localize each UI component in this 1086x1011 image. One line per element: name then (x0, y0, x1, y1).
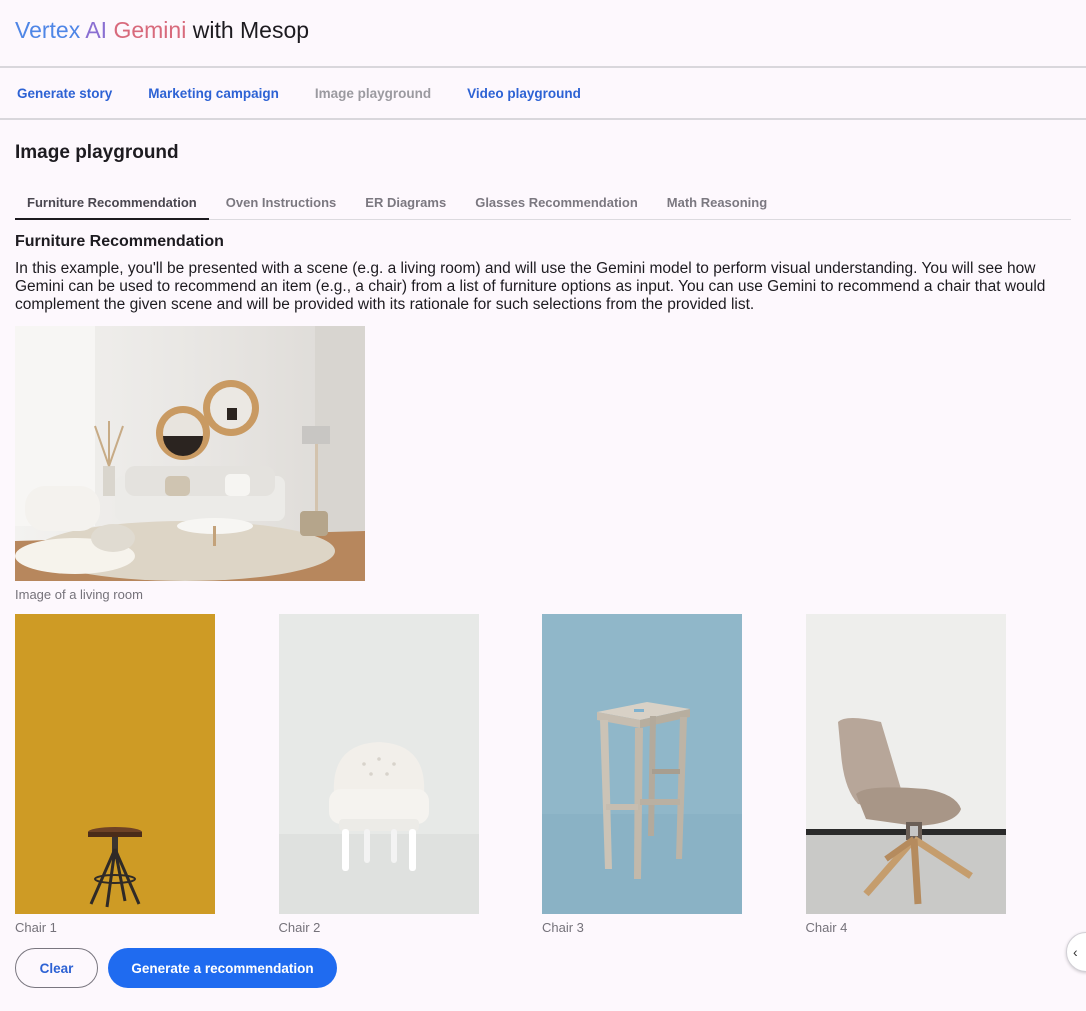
app-title: Vertex AI Gemini with Mesop (15, 17, 1071, 44)
living-room-illustration (15, 326, 365, 581)
chair-card-2[interactable]: Chair 2 (278, 614, 479, 935)
scene-caption: Image of a living room (15, 587, 143, 602)
nav-video-playground[interactable]: Video playground (467, 86, 581, 101)
chair-1-caption: Chair 1 (15, 920, 57, 935)
chair-2-caption: Chair 2 (278, 920, 321, 935)
swivel-chair-illustration (805, 614, 1006, 914)
tab-er-diagrams[interactable]: ER Diagrams (353, 195, 458, 219)
title-vertex: Vertex (15, 17, 81, 43)
chair-2-image (278, 614, 479, 914)
living-room-image (15, 326, 365, 581)
chair-4-image (805, 614, 1006, 914)
tab-math-reasoning[interactable]: Math Reasoning (655, 195, 779, 219)
title-ai: AI (85, 17, 108, 43)
chevron-left-icon: ‹ (1073, 944, 1078, 960)
armchair-illustration (278, 614, 479, 914)
title-rest: with Mesop (192, 17, 310, 43)
chair-grid: Chair 1 Chair 2 Chair 3 Chair 4 (15, 614, 1071, 935)
tab-oven-instructions[interactable]: Oven Instructions (214, 195, 349, 219)
nav-image-playground[interactable]: Image playground (315, 86, 431, 101)
section-title: Furniture Recommendation (15, 233, 224, 250)
clear-button[interactable]: Clear (15, 948, 98, 988)
chair-1-image (15, 614, 215, 914)
app-header: Vertex AI Gemini with Mesop (0, 0, 1086, 68)
scene-block: Image of a living room (15, 326, 1071, 602)
chair-4-caption: Chair 4 (805, 920, 848, 935)
main-content: Image playground Furniture Recommendatio… (0, 142, 1086, 988)
chair-card-1[interactable]: Chair 1 (15, 614, 215, 935)
chair-3-caption: Chair 3 (542, 920, 584, 935)
nav-generate-story[interactable]: Generate story (17, 86, 112, 101)
action-bar: Clear Generate a recommendation (15, 948, 1071, 988)
bar-stool-illustration (15, 614, 215, 914)
chair-card-3[interactable]: Chair 3 (542, 614, 742, 935)
chair-card-4[interactable]: Chair 4 (805, 614, 1006, 935)
generate-recommendation-button[interactable]: Generate a recommendation (108, 948, 337, 988)
title-gemini: Gemini (113, 17, 187, 43)
top-nav: Generate story Marketing campaign Image … (0, 68, 1086, 120)
nav-marketing-campaign[interactable]: Marketing campaign (148, 86, 279, 101)
section-description: In this example, you'll be presented wit… (15, 260, 1046, 313)
tab-furniture-recommendation[interactable]: Furniture Recommendation (15, 195, 209, 220)
page-title: Image playground (15, 142, 179, 163)
chair-3-image (542, 614, 742, 914)
wooden-stool-illustration (542, 614, 742, 914)
tab-bar: Furniture Recommendation Oven Instructio… (15, 184, 1071, 220)
tab-glasses-recommendation[interactable]: Glasses Recommendation (463, 195, 650, 219)
